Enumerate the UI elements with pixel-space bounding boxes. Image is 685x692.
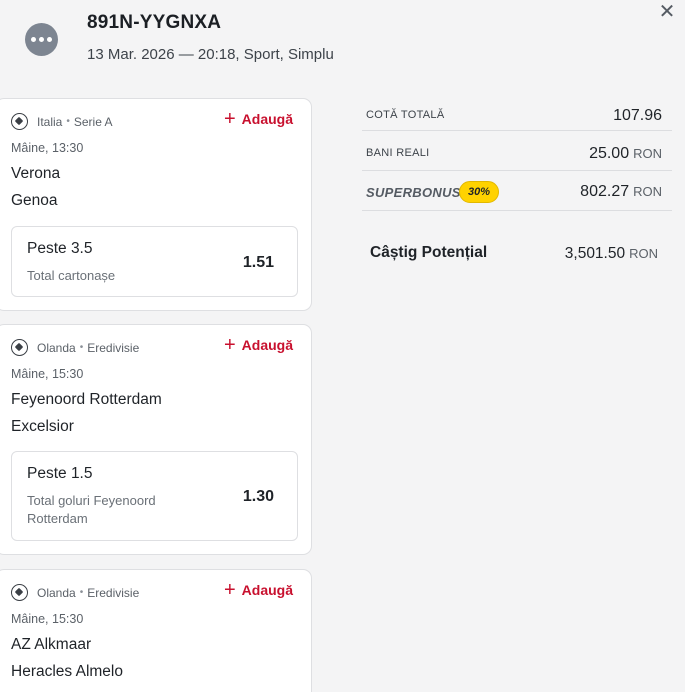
event-time: Mâine, 15:30 [11,612,84,626]
more-options-button[interactable] [25,23,58,56]
total-odds-row: COTĂ TOTALĂ 107.96 [362,98,672,131]
selection-market: Total cartonașe [27,268,116,283]
selection-market: Total goluri Feyenoord Rotterdam [27,493,156,526]
stake-label: BANI REALI [366,147,430,159]
add-button[interactable]: + Adaugă [223,579,293,601]
ticket-meta: 13 Mar. 2026 — 20:18, Sport, Simplu [87,46,334,63]
selection-box[interactable]: Peste 3.5 Total cartonașe 1.51 [11,226,298,297]
plus-icon: + [223,334,236,356]
add-button[interactable]: + Adaugă [223,334,293,356]
add-label: Adaugă [241,337,293,353]
league-info: Italia • Serie A [11,113,113,130]
add-label: Adaugă [241,582,293,598]
home-team: AZ Alkmaar [11,636,92,653]
event-card: Olanda • Eredivisie + Adaugă Mâine, 15:3… [0,569,312,692]
selection-odd: 1.30 [242,488,274,505]
country-label: Olanda [37,585,76,600]
stake-row: BANI REALI 25.00 RON [362,131,672,171]
country-label: Italia [37,114,63,129]
superbonus-badge: 30% [459,181,499,203]
selection-pick: Peste 3.5 [27,240,93,257]
event-card: Italia • Serie A + Adaugă Mâine, 13:30 V… [0,98,312,311]
plus-icon: + [223,579,236,601]
more-dots-icon [31,37,36,42]
currency-label: RON [633,184,662,199]
selection-odd: 1.51 [242,254,274,271]
away-team: Heracles Almelo [11,663,123,680]
currency-label: RON [629,246,658,261]
total-odds-value: 107.96 [613,107,662,124]
selection-pick: Peste 1.5 [27,465,93,482]
stake-value: 25.00 RON [589,145,662,162]
currency-label: RON [633,146,662,161]
away-team: Excelsior [11,418,74,435]
football-icon [11,339,28,356]
superbonus-label: SUPERBONUS [366,185,461,200]
potential-win-label: Câștig Potențial [370,244,488,261]
home-team: Verona [11,165,61,182]
add-button[interactable]: + Adaugă [223,108,293,130]
potential-win-value: 3,501.50 RON [564,245,658,262]
add-label: Adaugă [241,111,293,127]
event-time: Mâine, 13:30 [11,141,84,155]
league-info: Olanda • Eredivisie [11,339,139,356]
event-time: Mâine, 15:30 [11,367,84,381]
superbonus-value: 802.27 RON [580,183,662,200]
football-icon [11,584,28,601]
close-icon[interactable]: ✕ [656,2,678,24]
league-label: Serie A [73,114,113,129]
football-icon [11,113,28,130]
superbonus-row: SUPERBONUS 30% 802.27 RON [362,171,672,211]
league-label: Eredivisie [87,585,140,600]
country-label: Olanda [37,340,76,355]
league-label: Eredivisie [87,340,140,355]
away-team: Genoa [11,192,58,209]
selection-box[interactable]: Peste 1.5 Total goluri Feyenoord Rotterd… [11,451,298,541]
total-odds-label: COTĂ TOTALĂ [366,109,445,121]
home-team: Feyenoord Rotterdam [11,391,162,408]
event-card: Olanda • Eredivisie + Adaugă Mâine, 15:3… [0,324,312,555]
ticket-id: 891N-YYGNXA [87,12,222,33]
plus-icon: + [223,108,236,130]
league-info: Olanda • Eredivisie [11,584,139,601]
ticket-header: 891N-YYGNXA 13 Mar. 2026 — 20:18, Sport,… [0,0,685,95]
